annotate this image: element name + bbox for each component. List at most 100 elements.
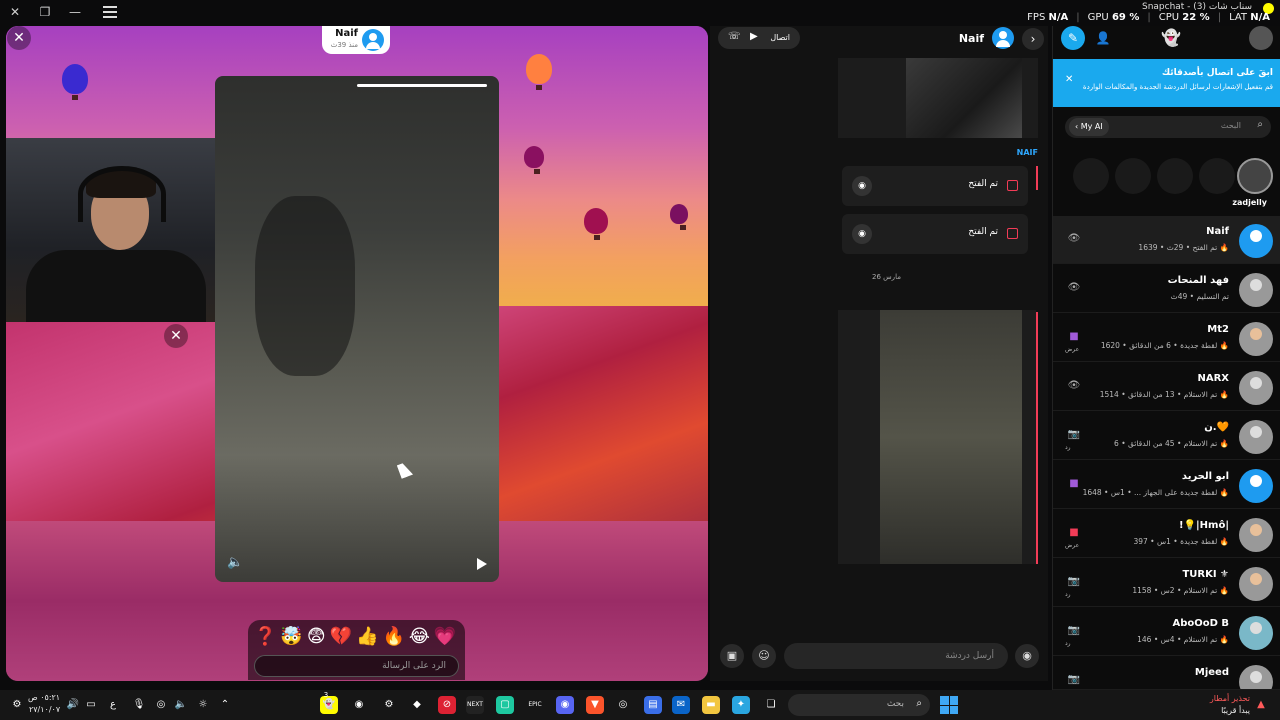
lat-label: LAT [1229, 12, 1248, 23]
camera-reply-icon[interactable]: 📷 [1067, 575, 1081, 589]
reaction-thumbs-up[interactable]: 👍 [356, 626, 378, 647]
new-snap-icon[interactable]: ■ [1067, 330, 1081, 344]
taskbar-clock[interactable]: ٠٥:٢١ ص ٢٧/١٠/٠٧ [28, 692, 60, 716]
reaction-laugh[interactable]: 😂 [409, 626, 430, 647]
reaction-fire[interactable]: 🔥 [382, 626, 404, 647]
friends-sidebar: ✎ 👤 👻 ✕ ابقَ على اتصال بأصدقائك قم بتفعي… [1052, 26, 1280, 690]
language-indicator[interactable]: ع [104, 696, 122, 714]
network-icon[interactable]: ▭ [82, 696, 100, 714]
ghost-logo-icon[interactable]: 👻 [1159, 26, 1183, 50]
add-friend-icon[interactable]: 👤 [1091, 26, 1115, 50]
reply-input[interactable]: الرد على الرسالة [254, 655, 459, 677]
steam-client-icon[interactable]: ◎ [614, 696, 632, 714]
menu-icon[interactable] [101, 3, 119, 21]
next-app-icon[interactable]: NEXT [466, 696, 484, 714]
friend-item[interactable]: NARX تم الاستلام • 13 من الدقائق • 1514 … [1053, 363, 1280, 411]
chevron-up-icon[interactable]: ⌃ [216, 696, 234, 714]
close-overlay-button[interactable]: ✕ [164, 324, 188, 348]
reaction-heart[interactable]: 💗 [434, 626, 456, 647]
friend-item[interactable]: TURKI ⚜ تم الاستلام • 2س • 1158 🔥 📷 رد [1053, 559, 1280, 607]
camera-reply-icon[interactable]: 📷 [1067, 624, 1081, 638]
friend-item[interactable]: Naif تم الفتح • 29ث • 1639 🔥 👁 [1053, 216, 1280, 264]
gallery-icon[interactable]: ▣ [720, 644, 744, 668]
friend-item[interactable]: فهد المنحات تم التسليم • 49ث 👁 [1053, 265, 1280, 313]
friend-item[interactable]: AboOoD B تم الاستلام • 4س • 146 🔥 📷 رد [1053, 608, 1280, 656]
view-icon[interactable]: 👁 [1067, 232, 1081, 246]
headset-tray-icon[interactable]: ◎ [152, 696, 170, 714]
profile-avatar[interactable] [1249, 26, 1273, 50]
camera-reply-icon[interactable]: ◉ [852, 224, 872, 244]
minimize-window-icon[interactable]: — [66, 3, 84, 21]
call-button[interactable]: ☏ ▶ اتصال [718, 27, 800, 49]
close-banner-icon[interactable]: ✕ [1065, 74, 1073, 85]
app-icon[interactable]: ◆ [408, 696, 426, 714]
copilot-icon[interactable]: ✦ [732, 696, 750, 714]
snap-thumbnail-top[interactable] [838, 58, 1038, 138]
chat-contact-avatar[interactable] [992, 27, 1014, 49]
reaction-mind-blown[interactable]: 🤯 [280, 626, 302, 647]
friend-item[interactable]: Mjeed 📷 [1053, 657, 1280, 690]
friend-item[interactable]: ن.🧡 تم الاستلام • 45 من الدقائق • 6 🔥 📷 … [1053, 412, 1280, 460]
my-story-circle[interactable] [1237, 158, 1273, 194]
settings-icon[interactable]: ⚙ [8, 696, 26, 714]
windows-start-icon[interactable] [940, 696, 958, 714]
volume-icon[interactable]: 🔊 [64, 696, 82, 714]
taskbar-search[interactable]: بحث ⌕ [788, 694, 930, 716]
view-icon[interactable]: 👁 [1067, 379, 1081, 393]
story-circle[interactable] [1157, 158, 1193, 194]
epic-games-icon[interactable]: EPIC [526, 696, 544, 714]
friend-item[interactable]: !💡|Hmô| لقطة جديدة • 1س • 397 🔥 ■ عرض [1053, 510, 1280, 558]
story-sender-chip[interactable]: Naif منذ 39ث [322, 26, 390, 54]
new-chat-icon[interactable]: ✎ [1061, 26, 1085, 50]
chat-input[interactable]: أرسل دردشة [784, 643, 1008, 669]
notifications-banner[interactable]: ✕ ابقَ على اتصال بأصدقائك قم بتفعيل الإش… [1053, 59, 1280, 107]
brightness-icon[interactable]: ☼ [194, 696, 212, 714]
close-window-icon[interactable]: ✕ [6, 3, 24, 21]
balloon-icon [526, 54, 552, 90]
restore-window-icon[interactable]: ❐ [36, 3, 54, 21]
opened-snap-row[interactable]: تم الفتح ◉ [842, 166, 1028, 206]
friend-avatar [1239, 518, 1273, 552]
story-circle[interactable] [1073, 158, 1109, 194]
snap-video[interactable]: 🔈 [215, 76, 499, 582]
brave-icon[interactable]: ▼ [586, 696, 604, 714]
app-icon[interactable]: ⊘ [438, 696, 456, 714]
app-icon[interactable]: ▢ [496, 696, 514, 714]
friend-name: AboOoD B [1172, 618, 1229, 629]
file-explorer-icon[interactable]: ▬ [702, 696, 720, 714]
outlook-icon[interactable]: ✉ [672, 696, 690, 714]
speaker-tray-icon[interactable]: 🔈 [172, 696, 190, 714]
chevron-right-icon[interactable]: › [1022, 28, 1044, 50]
my-ai-chip[interactable]: ‹ My AI [1069, 118, 1109, 136]
emoji-icon[interactable]: ☺ [752, 644, 776, 668]
story-circle[interactable] [1115, 158, 1151, 194]
friends-search[interactable]: ‹ My AI البحث ⌕ [1065, 116, 1271, 138]
new-snap-icon[interactable]: ■ [1067, 477, 1081, 491]
app-icon[interactable]: ◉ [350, 696, 368, 714]
volume-icon[interactable]: 🔈 [227, 555, 243, 570]
play-icon[interactable] [477, 558, 487, 570]
opened-snap-row[interactable]: تم الفتح ◉ [842, 214, 1028, 254]
task-view-icon[interactable]: ❏ [762, 696, 780, 714]
camera-reply-icon[interactable]: 📷 [1067, 428, 1081, 442]
camera-reply-icon[interactable]: 📷 [1067, 673, 1081, 687]
search-placeholder: البحث [1220, 121, 1241, 130]
reaction-fear[interactable]: 😨 [307, 626, 326, 647]
reaction-question[interactable]: ❓ [254, 626, 276, 647]
reaction-broken-heart[interactable]: 💔 [330, 626, 352, 647]
friend-item[interactable]: ابو الحريد لقطة جديدة على الجهاز ... • 1… [1053, 461, 1280, 509]
story-circle[interactable] [1199, 158, 1235, 194]
snap-thumbnail-bottom[interactable] [838, 310, 1036, 564]
friend-item[interactable]: Mt2 لقطة جديدة • 6 من الدقائق • 1620 🔥 ■… [1053, 314, 1280, 362]
discord-icon[interactable]: ◉ [556, 696, 574, 714]
camera-reply-icon[interactable]: ◉ [852, 176, 872, 196]
snap-opened-icon [1007, 180, 1018, 191]
store-icon[interactable]: ▤ [644, 696, 662, 714]
steam-icon[interactable]: ⚙ [380, 696, 398, 714]
close-story-button[interactable]: ✕ [7, 26, 31, 50]
microphone-icon[interactable]: 🎙 [130, 696, 148, 714]
camera-icon[interactable]: ◉ [1015, 644, 1039, 668]
new-snap-icon[interactable]: ■ [1067, 526, 1081, 540]
view-icon[interactable]: 👁 [1067, 281, 1081, 295]
weather-widget[interactable]: تحذير أمطار يبدأ قريبًا [1210, 693, 1250, 717]
